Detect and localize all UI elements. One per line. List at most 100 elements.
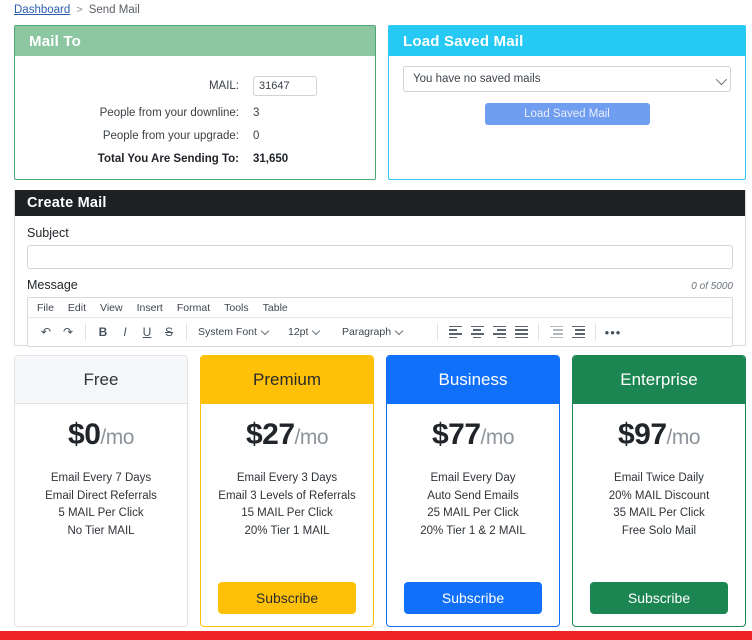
subscribe-button-enterprise[interactable]: Subscribe xyxy=(590,582,728,614)
menu-item-edit[interactable]: Edit xyxy=(68,302,86,314)
plan-name-premium: Premium xyxy=(201,356,373,404)
upgrade-value: 0 xyxy=(253,130,260,142)
create-mail-panel: Create Mail Subject Message 0 of 5000 Fi… xyxy=(14,190,746,347)
feature-item: Auto Send Emails xyxy=(427,489,519,502)
plan-amount-enterprise: $97 xyxy=(617,418,667,451)
feature-item: Email Every Day xyxy=(430,472,516,484)
breadcrumb-separator: > xyxy=(76,4,83,16)
mail-amount-input[interactable] xyxy=(253,76,317,96)
plan-features-premium: Email Every 3 Days Email 3 Levels of Ref… xyxy=(218,470,355,540)
plan-name-enterprise: Enterprise xyxy=(573,356,745,404)
font-family-select[interactable]: System Font xyxy=(193,322,283,342)
feature-item: 35 MAIL Per Click xyxy=(613,507,705,519)
bold-icon[interactable]: B xyxy=(92,322,114,342)
subscribe-button-business[interactable]: Subscribe xyxy=(404,582,542,614)
feature-item: 20% Tier 1 & 2 MAIL xyxy=(420,524,526,537)
mail-to-row-downline: People from your downline: 3 xyxy=(29,107,361,119)
plan-price-business: $77/mo xyxy=(432,418,515,452)
feature-item: 20% Tier 1 MAIL xyxy=(244,524,330,537)
align-justify-icon[interactable] xyxy=(510,322,532,342)
plan-features-enterprise: Email Twice Daily 20% MAIL Discount 35 M… xyxy=(609,470,710,540)
bottom-accent-bar xyxy=(0,631,752,640)
outdent-icon[interactable] xyxy=(545,322,567,342)
feature-item: Email Every 7 Days xyxy=(50,472,152,484)
subscribe-button-premium[interactable]: Subscribe xyxy=(218,582,356,614)
feature-item: 15 MAIL Per Click xyxy=(241,507,333,519)
toolbar-divider xyxy=(595,323,596,341)
block-format-select[interactable]: Paragraph xyxy=(337,322,431,342)
pricing-card-enterprise: Enterprise $97/mo Email Twice Daily 20% … xyxy=(572,355,746,627)
menu-item-insert[interactable]: Insert xyxy=(137,302,163,314)
downline-label: People from your downline: xyxy=(99,107,239,119)
align-right-icon[interactable] xyxy=(488,322,510,342)
saved-mail-select[interactable]: You have no saved mails xyxy=(403,66,731,92)
undo-icon[interactable]: ↶ xyxy=(35,322,57,342)
total-value: 31,650 xyxy=(253,153,289,165)
plan-amount-premium: $27 xyxy=(245,418,295,451)
chevron-down-icon xyxy=(260,326,270,336)
chevron-down-icon xyxy=(394,326,404,336)
create-mail-title: Create Mail xyxy=(27,195,107,211)
pricing-card-business: Business $77/mo Email Every Day Auto Sen… xyxy=(386,355,560,627)
mail-to-header: Mail To xyxy=(15,26,375,56)
message-editor: File Edit View Insert Format Tools Table… xyxy=(27,297,733,347)
strikethrough-icon[interactable]: S xyxy=(158,322,180,342)
breadcrumb-link-dashboard[interactable]: Dashboard xyxy=(14,4,70,16)
load-saved-body: You have no saved mails Load Saved Mail xyxy=(389,56,745,135)
load-saved-title: Load Saved Mail xyxy=(403,32,524,50)
message-header-row: Message 0 of 5000 xyxy=(27,278,733,292)
font-size-value: 12pt xyxy=(288,326,309,338)
menu-item-table[interactable]: Table xyxy=(263,302,288,314)
align-left-icon[interactable] xyxy=(444,322,466,342)
font-size-select[interactable]: 12pt xyxy=(283,322,337,342)
italic-icon[interactable]: I xyxy=(114,322,136,342)
editor-toolbar: ↶ ↷ B I U S System Font 12pt Paragraph •… xyxy=(28,318,732,346)
align-center-icon[interactable] xyxy=(466,322,488,342)
load-saved-mail-panel: Load Saved Mail You have no saved mails … xyxy=(388,25,746,180)
feature-item: Email Twice Daily xyxy=(614,472,704,484)
indent-icon[interactable] xyxy=(567,322,589,342)
mail-to-rows: MAIL: People from your downline: 3 Peopl… xyxy=(29,76,361,165)
page-root: Dashboard > Send Mail Mail To MAIL: Peop… xyxy=(0,0,752,640)
menu-item-file[interactable]: File xyxy=(37,302,54,314)
toolbar-divider xyxy=(538,323,539,341)
message-label: Message xyxy=(27,278,78,292)
subject-input[interactable] xyxy=(27,245,733,269)
feature-item: No Tier MAIL xyxy=(67,524,135,537)
redo-icon[interactable]: ↷ xyxy=(57,322,79,342)
plan-body-premium: $27/mo Email Every 3 Days Email 3 Levels… xyxy=(201,404,373,626)
plan-price-enterprise: $97/mo xyxy=(617,418,701,452)
plan-name-business: Business xyxy=(387,356,559,404)
subject-label: Subject xyxy=(27,226,69,240)
plan-features-free: Email Every 7 Days Email Direct Referral… xyxy=(45,470,157,540)
menu-item-view[interactable]: View xyxy=(100,302,123,314)
mail-to-panel: Mail To MAIL: People from your downline:… xyxy=(14,25,376,180)
editor-menubar: File Edit View Insert Format Tools Table xyxy=(28,298,732,318)
downline-value: 3 xyxy=(253,107,260,119)
feature-item: Email 3 Levels of Referrals xyxy=(218,489,356,502)
plan-body-enterprise: $97/mo Email Twice Daily 20% MAIL Discou… xyxy=(573,404,745,626)
feature-item: 5 MAIL Per Click xyxy=(58,507,144,519)
plan-body-free: $0/mo Email Every 7 Days Email Direct Re… xyxy=(15,404,187,626)
underline-icon[interactable]: U xyxy=(136,322,158,342)
toolbar-divider xyxy=(85,323,86,341)
more-options-icon[interactable]: ••• xyxy=(602,322,624,342)
mail-to-body: MAIL: People from your downline: 3 Peopl… xyxy=(15,56,375,186)
feature-item: Email Direct Referrals xyxy=(45,489,157,502)
mail-field-label: MAIL: xyxy=(208,80,239,92)
plan-features-business: Email Every Day Auto Send Emails 25 MAIL… xyxy=(420,470,525,540)
breadcrumb-current: Send Mail xyxy=(88,4,140,16)
mail-to-row-mail: MAIL: xyxy=(29,76,361,96)
pricing-card-free: Free $0/mo Email Every 7 Days Email Dire… xyxy=(14,355,188,627)
feature-item: Email Every 3 Days xyxy=(236,472,338,484)
menu-item-format[interactable]: Format xyxy=(177,302,210,314)
pricing-cards: Free $0/mo Email Every 7 Days Email Dire… xyxy=(14,355,746,627)
mail-to-row-total: Total You Are Sending To: 31,650 xyxy=(29,153,361,165)
load-saved-mail-button[interactable]: Load Saved Mail xyxy=(484,103,650,125)
menu-item-tools[interactable]: Tools xyxy=(224,302,249,314)
plan-period-enterprise: /mo xyxy=(666,426,701,449)
upgrade-label: People from your upgrade: xyxy=(102,130,239,142)
plan-price-free: $0/mo xyxy=(68,418,134,452)
mail-to-row-upgrade: People from your upgrade: 0 xyxy=(29,130,361,142)
chevron-down-icon xyxy=(312,326,321,336)
